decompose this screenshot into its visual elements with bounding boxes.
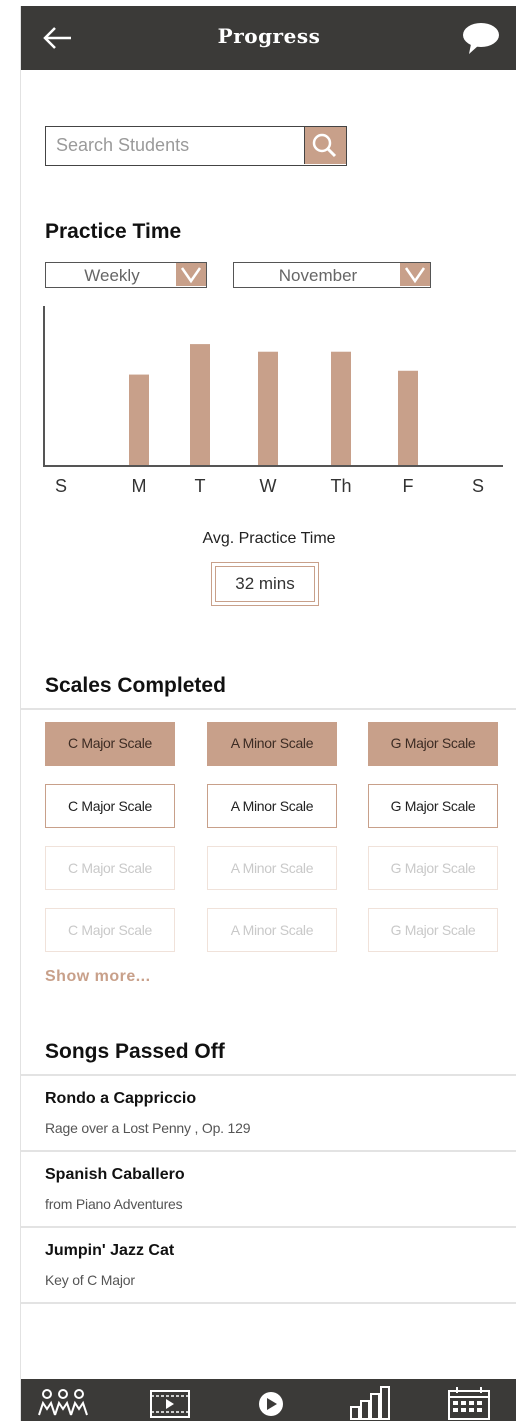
speech-bubble-icon [463,23,499,54]
nav-progress[interactable] [341,1385,401,1421]
chevron-down-icon [176,263,206,286]
x-tick-label: F [403,476,414,496]
x-tick-label: M [132,476,147,496]
bar-5 [331,351,351,466]
app-screen: Progress Practice Time Weekly November [20,6,516,1421]
search-button[interactable] [304,127,346,164]
scales-completed-title: Scales Completed [45,674,226,697]
x-tick-label: T [195,476,206,496]
song-title: Jumpin' Jazz Cat [45,1242,175,1259]
top-bar: Progress [21,6,516,70]
play-icon [259,1392,283,1416]
song-item[interactable]: Spanish Caballero from Piano Adventures [21,1152,516,1228]
nav-videos[interactable] [139,1385,199,1421]
scale-chip[interactable]: A Minor Scale [207,846,337,890]
nav-play[interactable] [241,1385,301,1421]
show-more-link[interactable]: Show more... [45,968,151,986]
nav-students[interactable] [33,1385,93,1421]
scale-chip[interactable]: G Major Scale [368,846,498,890]
search-bar [45,126,347,166]
bar-3 [190,344,210,466]
x-tick-label: Th [330,476,351,496]
video-icon [150,1390,190,1418]
song-subtitle: Key of C Major [45,1272,135,1288]
avg-practice-label: Avg. Practice Time [202,530,336,547]
chevron-down-icon [400,263,430,286]
search-icon [312,133,337,158]
x-tick-label: W [260,476,277,496]
song-title: Rondo a Cappriccio [45,1090,197,1107]
page-title: Progress [217,24,321,48]
bottom-navigation [21,1379,516,1421]
practice-time-chart: S M T W Th F S [43,306,503,496]
bar-2 [129,374,149,466]
month-dropdown-value: November [278,266,358,285]
scale-chip[interactable]: C Major Scale [45,846,175,890]
month-dropdown[interactable]: November [233,262,431,288]
scale-chip[interactable]: A Minor Scale [207,784,337,828]
search-input[interactable] [46,127,302,164]
divider [21,708,516,710]
songs-passed-off-title: Songs Passed Off [45,1040,225,1063]
nav-calendar[interactable] [439,1385,499,1421]
scale-chip[interactable]: G Major Scale [368,908,498,952]
x-tick-label: S [472,476,484,496]
scale-chip[interactable]: C Major Scale [45,722,175,766]
bar-6 [398,370,418,466]
period-dropdown[interactable]: Weekly [45,262,207,288]
students-icon [38,1389,88,1416]
chat-button[interactable] [461,20,501,56]
song-title: Spanish Caballero [45,1166,185,1183]
scale-chip[interactable]: G Major Scale [368,784,498,828]
song-subtitle: from Piano Adventures [45,1196,183,1212]
song-subtitle: Rage over a Lost Penny , Op. 129 [45,1120,251,1136]
scale-chip[interactable]: G Major Scale [368,722,498,766]
scale-chip[interactable]: C Major Scale [45,784,175,828]
scale-chip[interactable]: C Major Scale [45,908,175,952]
calendar-icon [448,1387,490,1420]
practice-time-title: Practice Time [45,220,182,243]
period-dropdown-value: Weekly [84,266,140,285]
song-item[interactable]: Rondo a Cappriccio Rage over a Lost Penny… [21,1076,516,1152]
divider [21,1302,516,1304]
bar-4 [258,351,278,466]
avg-practice-value: 32 mins [215,566,315,602]
scale-chip[interactable]: A Minor Scale [207,722,337,766]
progress-chart-icon [350,1386,390,1420]
x-tick-label: S [55,476,67,496]
avg-practice-box: 32 mins [211,562,319,606]
song-item[interactable]: Jumpin' Jazz Cat Key of C Major [21,1228,516,1304]
scale-chip[interactable]: A Minor Scale [207,908,337,952]
